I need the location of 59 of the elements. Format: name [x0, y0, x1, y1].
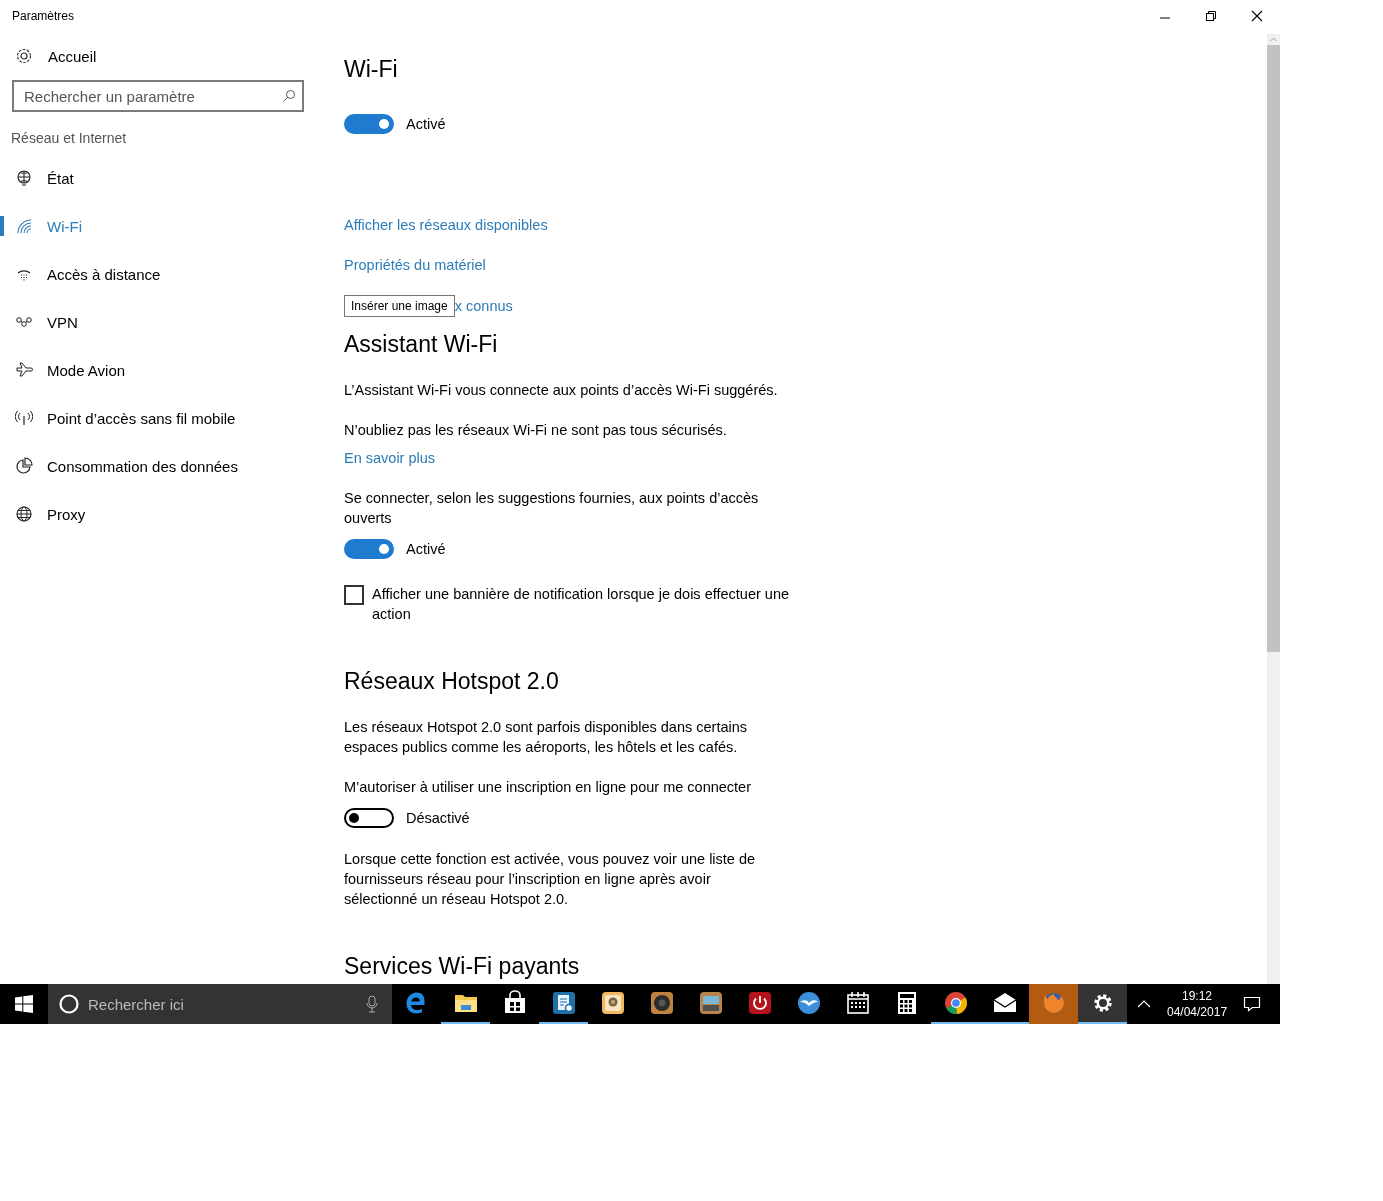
search-input[interactable]: Rechercher un paramètre — [24, 82, 282, 110]
sidebar-item[interactable]: Mode Avion — [0, 346, 320, 394]
toggle-switch[interactable] — [344, 539, 394, 559]
clock-time: 19:12 — [1182, 988, 1213, 1004]
description-text: N’oubliez pas les réseaux Wi-Fi ne sont pas tous sécurisés. — [344, 421, 728, 440]
sidebar-item[interactable]: État — [0, 154, 320, 202]
clock[interactable]: 19:12 04/04/2017 — [1167, 988, 1228, 1020]
antenna-icon — [15, 409, 33, 427]
section-heading: Assistant Wi-Fi — [344, 331, 499, 358]
checkbox-label: Afficher une bannière de notification lorsque je dois effectuer une action — [372, 585, 791, 624]
clock-date: 04/04/2017 — [1167, 1004, 1228, 1020]
sidebar-item[interactable]: Accès à distance — [0, 250, 320, 298]
sidebar-item[interactable]: Wi-Fi — [0, 202, 320, 250]
notification-icon[interactable] — [1243, 995, 1262, 1013]
search-field[interactable]: Rechercher un paramètre — [12, 80, 304, 112]
pie-chart-icon — [15, 457, 33, 475]
scrollbar-thumb[interactable] — [1267, 45, 1280, 652]
scrollbar[interactable] — [1267, 34, 1280, 984]
page-title: Wi-Fi — [344, 56, 399, 83]
windows-logo-icon — [15, 995, 33, 1013]
gear-icon — [15, 47, 33, 65]
sidebar-item[interactable]: Consommation des données — [0, 442, 320, 490]
link[interactable]: En savoir plus — [344, 448, 436, 468]
toggle-label: Activé — [406, 541, 446, 557]
sidebar-item[interactable]: Point d’accès sans fil mobile — [0, 394, 320, 442]
section-label: Réseau et Internet — [10, 129, 128, 148]
close-icon[interactable] — [1251, 10, 1263, 22]
search-icon — [282, 89, 296, 103]
toggle-label: Activé — [406, 116, 446, 132]
sidebar-item[interactable]: Proxy — [0, 490, 320, 538]
description-text: L’Assistant Wi-Fi vous connecte aux points d’accès Wi-Fi suggérés. — [344, 381, 779, 400]
description-text: Se connecter, selon les suggestions fournies, aux points d’accès ouverts — [344, 489, 760, 528]
microphone-icon — [366, 995, 378, 1013]
taskbar-app-button[interactable] — [1078, 984, 1127, 1024]
search-input[interactable]: Rechercher ici — [86, 984, 360, 1024]
globe-icon — [15, 505, 33, 523]
tooltip: Insérer une image — [344, 295, 455, 317]
description-text: Lorsque cette fonction est activée, vous pouvez voir une liste de fournisseurs réseau pour l’inscription en ligne après avoir sélectionné un réseau Hotspot 2.0. — [344, 850, 757, 909]
section-heading: Services Wi-Fi payants — [344, 953, 581, 980]
link[interactable]: x connus — [454, 296, 513, 316]
chevron-up-icon[interactable] — [1137, 999, 1151, 1009]
sidebar-item[interactable]: VPN — [0, 298, 320, 346]
description-text: M’autoriser à utiliser une inscription en ligne pour me connecter — [344, 778, 752, 797]
wifi-icon — [15, 217, 33, 235]
restore-icon[interactable] — [1205, 10, 1217, 22]
cortana-circle-icon — [58, 993, 80, 1015]
window-title: Paramètres — [12, 9, 75, 23]
link[interactable]: Propriétés du matériel — [344, 255, 486, 275]
toggle-switch[interactable] — [344, 114, 394, 134]
toggle-switch[interactable] — [344, 808, 394, 828]
globe-monitor-icon — [15, 169, 33, 187]
toggle-label: Désactivé — [406, 810, 470, 826]
description-text: Les réseaux Hotspot 2.0 sont parfois disponibles dans certains espaces publics comme les aéroports, les hôtels et les cafés. — [344, 718, 748, 757]
section-heading: Réseaux Hotspot 2.0 — [344, 668, 560, 695]
checkbox[interactable] — [344, 585, 364, 605]
home-link[interactable]: Accueil — [0, 32, 320, 80]
link[interactable]: Afficher les réseaux disponibles — [344, 215, 548, 235]
airplane-icon — [15, 361, 33, 379]
taskbar-search-field[interactable]: Rechercher ici — [48, 984, 392, 1024]
